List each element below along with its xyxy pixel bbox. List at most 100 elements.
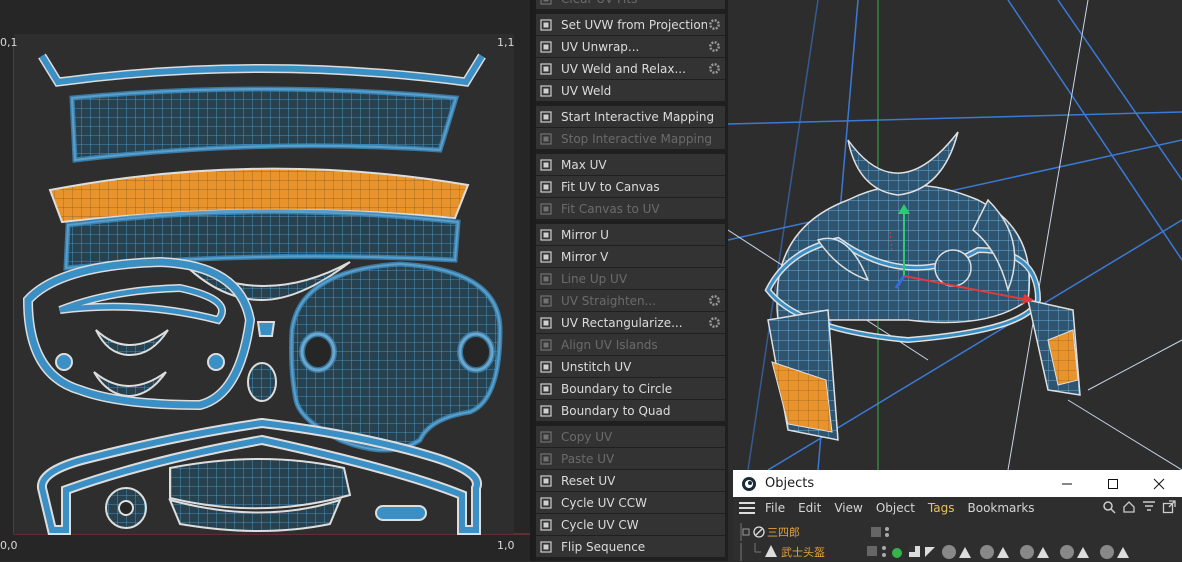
object-name[interactable]: 武士头盔 <box>781 544 825 560</box>
viewport-canvas[interactable] <box>728 0 1182 470</box>
menu-view[interactable]: View <box>834 501 862 515</box>
menu-item[interactable]: Copy UV <box>536 426 725 447</box>
menu-item-label: Boundary to Quad <box>561 403 671 418</box>
uv-canvas[interactable] <box>0 0 530 561</box>
objects-title: Objects <box>765 476 815 491</box>
menu-item-label: UV Unwrap... <box>561 39 640 54</box>
settings-gear-icon[interactable] <box>707 316 721 330</box>
objects-titlebar[interactable]: Objects <box>733 470 1182 497</box>
objects-toolbar <box>1102 500 1176 514</box>
settings-gear-icon[interactable] <box>707 40 721 54</box>
settings-gear-icon[interactable] <box>707 294 721 308</box>
mirror-v-icon <box>539 250 553 264</box>
menu-item[interactable]: Fit Canvas to UV <box>536 198 725 219</box>
menu-item[interactable]: Boundary to Quad <box>536 400 725 421</box>
search-icon[interactable] <box>1102 500 1116 514</box>
menu-item[interactable]: UV Rectangularize... <box>536 312 725 333</box>
hamburger-icon[interactable] <box>739 499 755 518</box>
menu-item-label: Unstitch UV <box>561 359 632 374</box>
menu-item[interactable]: UV Unwrap... <box>536 36 725 57</box>
menu-item-label: UV Straighten... <box>561 293 657 308</box>
menu-item-label: Cycle UV CW <box>561 517 639 532</box>
null-object-icon <box>740 523 765 541</box>
line-up-icon <box>539 272 553 286</box>
menu-item-label: Start Interactive Mapping <box>561 109 715 124</box>
menu-item-label: Copy UV <box>561 429 613 444</box>
home-icon[interactable] <box>1122 500 1136 514</box>
settings-gear-icon[interactable] <box>707 18 721 32</box>
rectangularize-icon <box>539 316 553 330</box>
visibility-toggle-icon[interactable] <box>870 525 892 539</box>
uv-editor[interactable]: 0,1 1,1 0,0 1,0 <box>0 0 530 561</box>
objects-panel: Objects File Edit View Object Tags Bookm… <box>733 470 1182 561</box>
menu-item[interactable]: Cycle UV CCW <box>536 492 725 513</box>
menu-item-label: Reset UV <box>561 473 616 488</box>
helmet-model <box>764 131 1081 441</box>
minimize-icon <box>1062 483 1072 484</box>
menu-item-label: Cycle UV CCW <box>561 495 648 510</box>
max-uv-icon <box>539 158 553 172</box>
menu-item-label: Line Up UV <box>561 271 628 286</box>
filter-icon[interactable] <box>1142 500 1156 514</box>
3d-viewport[interactable] <box>728 0 1182 470</box>
menu-item-label: Fit Canvas to UV <box>561 201 660 216</box>
menu-item[interactable]: Max UV <box>536 154 725 175</box>
object-name[interactable]: 三四郎 <box>767 524 800 540</box>
menu-item[interactable]: UV Straighten... <box>536 290 725 311</box>
menu-item[interactable]: Unstitch UV <box>536 356 725 377</box>
menu-item-label: Clear UV Fits <box>561 0 725 6</box>
menu-object[interactable]: Object <box>876 501 915 515</box>
menu-item[interactable]: Clear UV Fits <box>536 0 725 9</box>
menu-item[interactable]: Align UV Islands <box>536 334 725 355</box>
menu-item-label: Mirror U <box>561 227 609 242</box>
object-tags-strip[interactable] <box>867 543 1137 561</box>
new-window-icon[interactable] <box>1162 500 1176 514</box>
menu-item[interactable]: Cycle UV CW <box>536 514 725 535</box>
menu-item[interactable]: Mirror U <box>536 224 725 245</box>
menu-item[interactable]: Flip Sequence <box>536 536 725 557</box>
uv-commands-menu: Clear UV Fits Set UVW from Projection... U… <box>536 0 728 561</box>
object-row[interactable]: 武士头盔 <box>733 542 1182 562</box>
menu-item-label: Max UV <box>561 157 607 172</box>
label-bottom-right: 1,0 <box>497 539 515 552</box>
flip-icon <box>539 540 553 554</box>
menu-edit[interactable]: Edit <box>798 501 821 515</box>
menu-tags[interactable]: Tags <box>928 501 955 515</box>
uv-island-bottom-panel <box>168 458 352 532</box>
menu-item[interactable]: Boundary to Circle <box>536 378 725 399</box>
menu-item-label: UV Rectangularize... <box>561 315 683 330</box>
play-icon <box>539 110 553 124</box>
menu-item[interactable]: Paste UV <box>536 448 725 469</box>
menu-item[interactable]: Start Interactive Mapping <box>536 106 725 127</box>
menu-bookmarks[interactable]: Bookmarks <box>968 501 1035 515</box>
clear-icon <box>539 0 553 6</box>
fit-canvas-icon <box>539 202 553 216</box>
menu-file[interactable]: File <box>765 501 785 515</box>
uv-island-bottom-circle <box>105 487 147 529</box>
mirror-u-icon <box>539 228 553 242</box>
menu-item[interactable]: Fit UV to Canvas <box>536 176 725 197</box>
uv-island-pill <box>375 505 427 521</box>
unstitch-icon <box>539 360 553 374</box>
menu-item[interactable]: UV Weld <box>536 80 725 101</box>
maximize-button[interactable] <box>1090 470 1136 497</box>
object-row[interactable]: 三四郎 <box>733 522 1182 542</box>
menu-item[interactable]: Line Up UV <box>536 268 725 289</box>
minimize-button[interactable] <box>1044 470 1090 497</box>
menu-item[interactable]: Mirror V <box>536 246 725 267</box>
menu-item-label: Align UV Islands <box>561 337 658 352</box>
circle-icon <box>539 382 553 396</box>
menu-item-label: UV Weld <box>561 83 612 98</box>
close-button[interactable] <box>1136 470 1182 497</box>
cinema4d-app-icon <box>741 476 757 492</box>
menu-item-label: UV Weld and Relax... <box>561 61 686 76</box>
menu-item[interactable]: Set UVW from Projection... <box>536 14 725 35</box>
menu-item[interactable]: Reset UV <box>536 470 725 491</box>
uv-island-ellipse <box>247 362 277 402</box>
cycle-ccw-icon <box>539 496 553 510</box>
menu-item[interactable]: UV Weld and Relax... <box>536 58 725 79</box>
menu-item[interactable]: Stop Interactive Mapping <box>536 128 725 149</box>
menu-item-label: Stop Interactive Mapping <box>561 131 713 146</box>
copy-icon <box>539 430 553 444</box>
settings-gear-icon[interactable] <box>707 62 721 76</box>
